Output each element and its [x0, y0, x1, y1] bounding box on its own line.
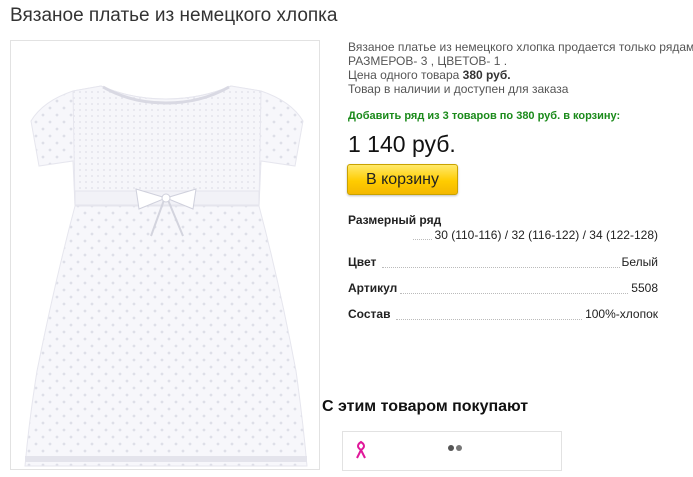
spec-label: Размерный ряд	[348, 213, 442, 227]
unit-price-line: Цена одного товара 380 руб.	[348, 68, 693, 82]
spec-value: 100%-хлопок	[583, 307, 658, 321]
spec-color-row: Цвет Белый	[348, 255, 658, 271]
product-photo[interactable]	[10, 40, 320, 470]
product-description: Вязаное платье из немецкого хлопка прода…	[348, 40, 693, 96]
availability-text: Товар в наличии и доступен для заказа	[348, 82, 569, 96]
spec-dots	[400, 293, 658, 294]
related-heading: С этим товаром покупают	[322, 398, 529, 415]
spec-value: 30 (110-116) / 32 (116-122) / 34 (122-12…	[432, 228, 658, 242]
pink-ribbon-icon	[356, 440, 462, 459]
description-line: РАЗМЕРОВ- 3 , ЦВЕТОВ- 1 .	[348, 54, 508, 68]
unit-price-prefix: Цена одного товара	[348, 68, 463, 82]
spec-article-row: Артикул 5508	[348, 281, 658, 297]
white-knitted-dress	[24, 85, 308, 467]
spec-size-row: Размерный ряд 30 (110-116) / 32 (116-122…	[348, 213, 658, 245]
unit-price-value: 380 руб.	[462, 68, 511, 82]
spec-value: Белый	[619, 255, 658, 269]
product-title: Вязаное платье из немецкого хлопка	[10, 5, 338, 26]
spec-value: 5508	[629, 281, 658, 295]
add-row-text: Добавить ряд из 3 товаров по 380 руб. в …	[348, 110, 621, 122]
related-product-card[interactable]	[342, 431, 562, 471]
description-line: Вязаное платье из немецкого хлопка прода…	[348, 40, 693, 54]
spec-composition-row: Состав 100%-хлопок	[348, 307, 658, 323]
total-price: 1 140 руб.	[348, 131, 456, 157]
spec-dots	[382, 267, 658, 268]
add-to-cart-button[interactable]: В корзину	[347, 164, 458, 195]
